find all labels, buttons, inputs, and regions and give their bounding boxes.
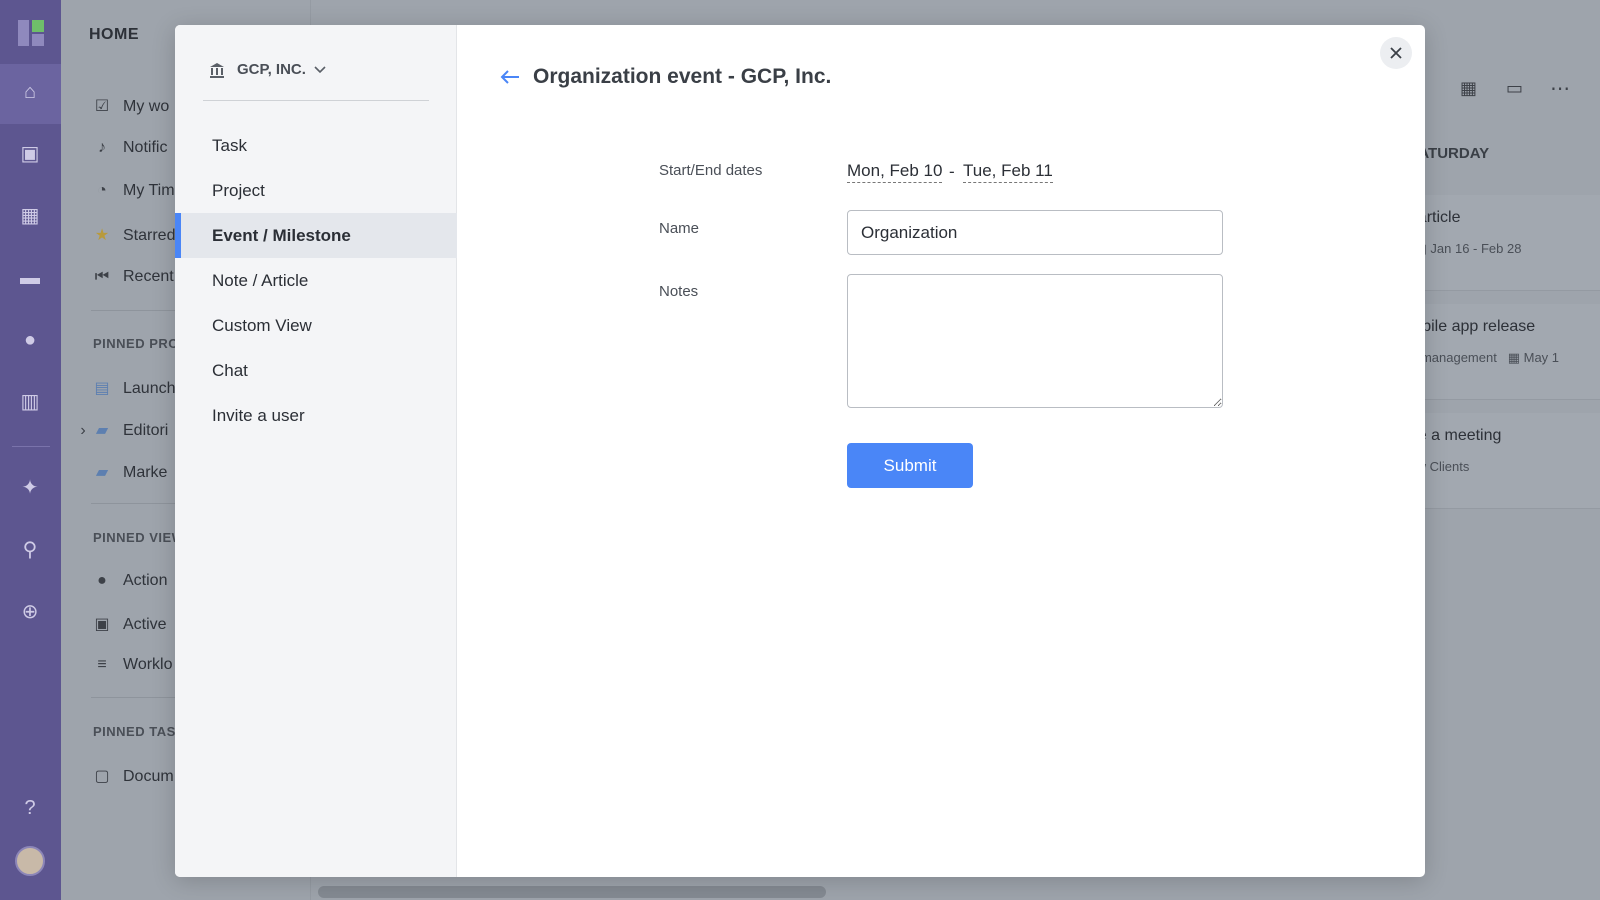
dates-label: Start/End dates xyxy=(659,162,763,179)
dashboard-icon[interactable]: ▦ xyxy=(18,204,42,228)
app-logo[interactable] xyxy=(18,20,44,46)
pinned-view-item[interactable]: ● Action xyxy=(93,572,167,590)
item-type-menu: Task Project Event / Milestone Note / Ar… xyxy=(175,123,457,438)
briefcase-icon[interactable]: ▣ xyxy=(18,142,42,166)
nav-home-heading: HOME xyxy=(89,26,139,43)
bank-icon[interactable]: ▥ xyxy=(18,390,42,414)
name-input[interactable] xyxy=(847,210,1223,255)
menu-item-task[interactable]: Task xyxy=(175,123,457,168)
close-button[interactable] xyxy=(1380,37,1412,69)
pinned-projects-heading: PINNED PRO xyxy=(93,336,179,351)
folder-icon: ▰ xyxy=(95,422,109,439)
org-selector[interactable]: GCP, INC. xyxy=(209,61,326,78)
workload-icon: ≡ xyxy=(97,656,107,673)
magic-wand-icon[interactable]: ✦ xyxy=(18,476,42,500)
nav-item-my-work[interactable]: ☑ My wo xyxy=(93,96,169,116)
archive-icon[interactable]: ▭ xyxy=(1506,78,1523,99)
pinned-project-item[interactable]: ▰ Marke xyxy=(93,462,168,482)
nav-item-recent[interactable]: ⏮ Recent xyxy=(93,268,174,286)
pinned-tasks-heading: PINNED TAS xyxy=(93,724,176,739)
folder-icon: ▰ xyxy=(95,464,109,481)
search-icon[interactable]: ⚲ xyxy=(18,538,42,562)
check-square-icon: ☑ xyxy=(94,98,110,115)
calendar-card[interactable]: mobile app release uct management ▦ May … xyxy=(1400,304,1600,400)
nav-item-my-time[interactable]: ◔ My Tim xyxy=(93,182,174,200)
pinned-view-item[interactable]: ≡ Worklo xyxy=(93,656,172,674)
arrow-left-icon xyxy=(500,70,519,84)
chevron-right-icon: › xyxy=(80,422,86,439)
menu-item-note-article[interactable]: Note / Article xyxy=(175,258,457,303)
submit-button[interactable]: Submit xyxy=(847,443,973,488)
more-icon[interactable]: ⋯ xyxy=(1550,76,1570,101)
pinned-project-item[interactable]: › ▰ Editori xyxy=(79,420,168,440)
rail-divider xyxy=(12,446,50,447)
name-label: Name xyxy=(659,220,700,237)
column-header: , SATURDAY xyxy=(1400,145,1490,162)
bell-icon: ♪ xyxy=(98,139,106,156)
back-button[interactable] xyxy=(498,65,522,89)
end-date-picker[interactable]: Tue, Feb 11 xyxy=(963,161,1053,183)
clipboard-icon: ▢ xyxy=(94,768,110,785)
pinned-view-item[interactable]: ▣ Active xyxy=(93,614,166,634)
briefcase-icon: ▣ xyxy=(94,616,110,633)
document-list-icon: ▤ xyxy=(94,380,110,397)
close-icon xyxy=(1390,47,1402,59)
stopwatch-icon: ◔ xyxy=(97,182,107,199)
notes-textarea[interactable] xyxy=(847,274,1223,408)
org-divider xyxy=(203,100,429,101)
pinned-project-item[interactable]: ▤ Launch xyxy=(93,378,175,398)
menu-item-custom-view[interactable]: Custom View xyxy=(175,303,457,348)
org-name: GCP, INC. xyxy=(237,61,306,78)
create-item-modal: GCP, INC. Task Project Event / Milestone… xyxy=(175,25,1425,877)
notes-label: Notes xyxy=(659,283,699,300)
calendar-card[interactable]: te article t ▦ Jan 16 - Feb 28 xyxy=(1400,195,1600,291)
star-icon: ★ xyxy=(94,227,110,244)
avatar[interactable] xyxy=(15,846,45,876)
date-separator: - xyxy=(949,162,955,181)
calendar-card[interactable]: nge a meeting New Clients xyxy=(1400,413,1600,509)
menu-item-invite-user[interactable]: Invite a user xyxy=(175,393,457,438)
app-rail: ⌂ ▣ ▦ ▬ ● ▥ ✦ ⚲ ⊕ ? xyxy=(0,0,61,900)
add-icon[interactable]: ⊕ xyxy=(18,600,42,624)
chat-icon[interactable]: ▬ xyxy=(18,266,42,290)
skip-back-icon: ⏮ xyxy=(94,268,110,285)
menu-item-chat[interactable]: Chat xyxy=(175,348,457,393)
start-date-picker[interactable]: Mon, Feb 10 xyxy=(847,161,943,183)
calendar-icon[interactable]: ▦ xyxy=(1460,78,1477,99)
horizontal-scrollbar[interactable] xyxy=(318,886,826,898)
bank-icon xyxy=(210,62,224,78)
nav-item-notifications[interactable]: ♪ Notific xyxy=(93,139,167,157)
nav-item-starred[interactable]: ★ Starred xyxy=(93,225,176,245)
menu-item-project[interactable]: Project xyxy=(175,168,457,213)
home-icon[interactable]: ⌂ xyxy=(18,80,42,104)
users-icon[interactable]: ● xyxy=(18,328,42,352)
help-icon[interactable]: ? xyxy=(18,796,42,820)
chevron-down-icon xyxy=(314,65,326,73)
modal-title: Organization event - GCP, Inc. xyxy=(533,65,832,88)
user-assign-icon: ● xyxy=(97,572,107,589)
menu-item-event-milestone[interactable]: Event / Milestone xyxy=(175,213,457,258)
modal-sidebar: GCP, INC. Task Project Event / Milestone… xyxy=(175,25,457,877)
pinned-views-heading: PINNED VIEW xyxy=(93,530,185,545)
pinned-task-item[interactable]: ▢ Docum xyxy=(93,766,173,786)
calendar-icon: ▦ xyxy=(1507,350,1520,365)
